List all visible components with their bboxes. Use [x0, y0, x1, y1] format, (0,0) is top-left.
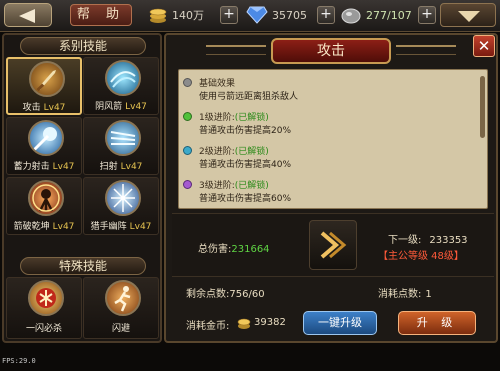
close-button[interactable]: ✕ — [473, 35, 495, 57]
skill-charged-shot[interactable]: 蓄力射击 Lv47 — [6, 117, 82, 175]
skill-name: 攻击 — [22, 103, 41, 113]
stage-status: (已解锁) — [234, 181, 269, 191]
skill-level: Lv47 — [52, 162, 75, 172]
stage-desc: 普通攻击伤害提高60% — [199, 194, 292, 204]
skill-name: 蓄力射击 — [13, 162, 50, 172]
menu-dropdown-button[interactable] — [440, 3, 496, 27]
wind-arrow-skill-icon — [105, 60, 141, 96]
skill-title: 攻击 — [271, 38, 391, 64]
help-button[interactable]: 帮 助 — [70, 4, 132, 26]
base-effect-icon — [183, 78, 192, 87]
stage-title: 2级进阶: — [199, 147, 235, 157]
skill-name: 一闪必杀 — [25, 324, 62, 334]
skill-level: Lv47 — [120, 162, 143, 172]
skill-list-panel: 系别技能 攻击 Lv47 阴风箭 Lv47 蓄力射击 Lv47 扫射 Lv47 箭破乾坤… — [2, 33, 162, 343]
arrow-burst-skill-icon — [28, 180, 64, 216]
add-coins-button[interactable]: + — [220, 6, 238, 24]
stage-status: (已解锁) — [234, 147, 269, 157]
skill-dodge[interactable]: 闪避 — [83, 277, 159, 339]
skill-level: Lv47 — [43, 103, 66, 113]
diamond-count: 35705 — [272, 9, 307, 22]
skill-hunter-array[interactable]: 猎手幽阵 Lv47 — [83, 177, 159, 235]
coin-count: 140万 — [172, 9, 204, 22]
next-level-label: 下一级: — [388, 235, 422, 246]
skill-attack[interactable]: 攻击 Lv47 — [6, 57, 82, 115]
stage-title: 3级进阶: — [199, 181, 235, 191]
skill-arrow-burst[interactable]: 箭破乾坤 Lv47 — [6, 177, 82, 235]
remaining-points-label: 剩余点数: — [186, 289, 230, 300]
double-chevron-right-icon — [320, 231, 347, 259]
description-scrollbar[interactable] — [480, 76, 485, 138]
instant-kill-skill-icon — [28, 280, 64, 316]
coin-icon — [149, 8, 167, 23]
stage-desc: 普通攻击伤害提高20% — [199, 126, 292, 136]
remaining-points-value: 756/60 — [229, 289, 265, 300]
cost-gold-value: 39382 — [254, 317, 286, 328]
cost-gold-label: 消耗金币: — [186, 321, 230, 332]
stage-desc: 普通攻击伤害提高40% — [199, 160, 292, 170]
hunter-array-skill-icon — [105, 180, 141, 216]
upgrade-button[interactable]: 升 级 — [398, 311, 476, 335]
damage-comparison: 总伤害:231664 下一级: 233353 【主公等级 48级】 — [172, 213, 494, 277]
strafe-skill-icon — [105, 120, 141, 156]
base-effect-title: 基础效果 — [199, 79, 236, 89]
skill-level: Lv47 — [125, 102, 147, 112]
top-bar: 帮 助 140万 + 35705 + 277/107 + — [0, 0, 500, 32]
points-row: 剩余点数:756/60 消耗点数: 1 — [172, 281, 494, 303]
stamina-icon — [341, 8, 361, 24]
one-key-upgrade-button[interactable]: 一键升级 — [303, 311, 377, 335]
total-damage-label: 总伤害: — [198, 244, 232, 255]
class-skills-header: 系别技能 — [20, 37, 146, 55]
gold-coin-icon — [237, 318, 251, 329]
sword-skill-icon — [29, 61, 65, 97]
skill-instant-kill[interactable]: 一闪必杀 — [6, 277, 82, 339]
add-diamonds-button[interactable]: + — [317, 6, 335, 24]
skill-wind-arrow[interactable]: 阴风箭 Lv47 — [83, 57, 159, 115]
skill-name: 阴风箭 — [95, 102, 123, 112]
special-skills-header: 特殊技能 — [20, 257, 146, 275]
skill-name: 闪避 — [111, 324, 130, 334]
stage-2-icon — [183, 146, 192, 155]
skill-detail-panel: 攻击 ✕ 基础效果 使用弓箭远距离狙杀敌人 1级进阶:(已解锁) 普通攻击伤害提… — [164, 33, 498, 343]
total-damage-value: 231664 — [231, 244, 270, 255]
back-button[interactable] — [4, 3, 52, 27]
upgrade-arrow — [309, 220, 357, 270]
skill-level: Lv47 — [52, 222, 75, 232]
charged-shot-skill-icon — [28, 120, 64, 156]
skill-name: 扫射 — [99, 162, 118, 172]
diamond-icon — [246, 6, 268, 24]
title-ornament-left — [206, 45, 266, 55]
base-effect-desc: 使用弓箭远距离狙杀敌人 — [199, 92, 299, 102]
title-ornament-right — [396, 45, 456, 55]
skill-strafe[interactable]: 扫射 Lv47 — [83, 117, 159, 175]
skill-name: 箭破乾坤 — [13, 222, 50, 232]
stamina-count: 277/107 — [366, 9, 412, 22]
skill-name: 猎手幽阵 — [90, 222, 127, 232]
add-stamina-button[interactable]: + — [418, 6, 436, 24]
stage-3-icon — [183, 180, 192, 189]
next-level-value: 233353 — [429, 235, 468, 246]
dodge-skill-icon — [105, 280, 141, 316]
cost-points-label: 消耗点数: — [378, 289, 422, 300]
fps-counter: FPS:29.0 — [2, 357, 36, 365]
stage-status: (已解锁) — [234, 113, 269, 123]
stage-1-icon — [183, 112, 192, 121]
cost-points-value: 1 — [425, 289, 432, 300]
stage-title: 1级进阶: — [199, 113, 235, 123]
skill-level: Lv47 — [129, 222, 152, 232]
skill-description-box[interactable]: 基础效果 使用弓箭远距离狙杀敌人 1级进阶:(已解锁) 普通攻击伤害提高20% … — [178, 69, 488, 209]
level-requirement: 【主公等级 48级】 — [378, 251, 464, 262]
